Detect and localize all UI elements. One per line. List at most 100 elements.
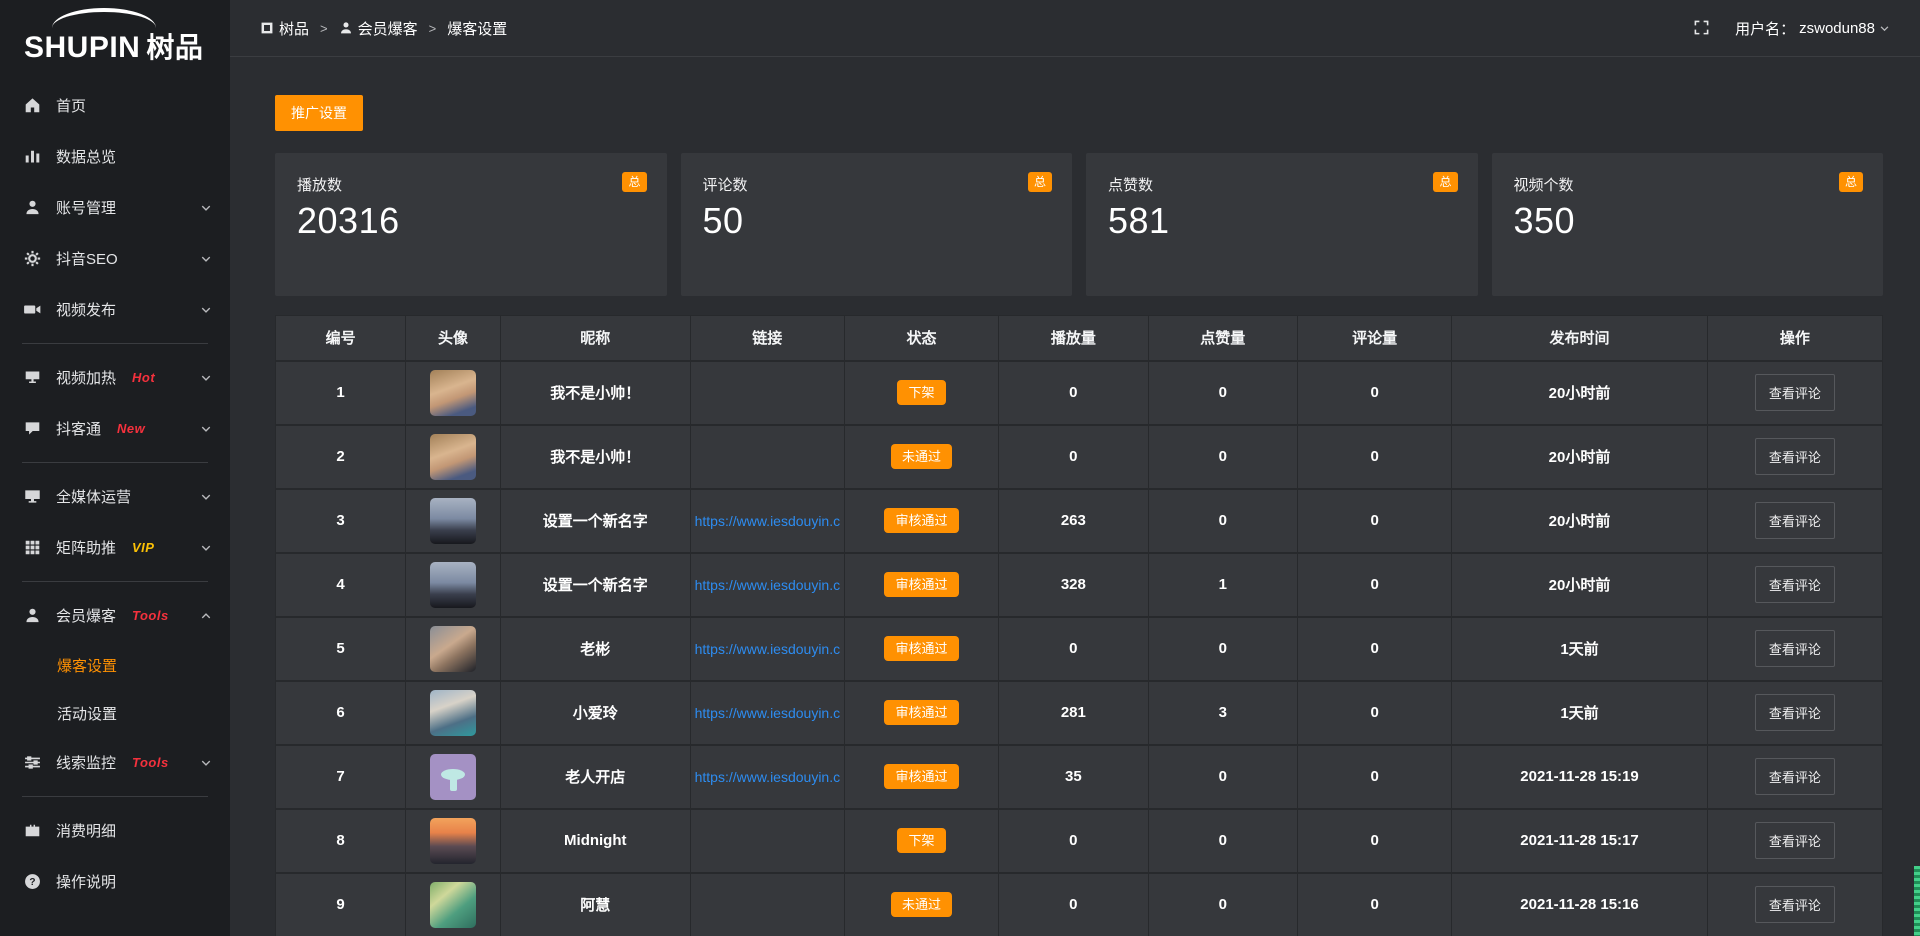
stat-label: 播放数 [297, 174, 645, 195]
view-comments-button[interactable]: 查看评论 [1755, 438, 1835, 475]
view-comments-button[interactable]: 查看评论 [1755, 822, 1835, 859]
sidebar-badge: Tools [132, 608, 169, 623]
row-number-cell: 7 [276, 745, 406, 809]
sidebar-badge: Tools [132, 755, 169, 770]
column-header: 播放量 [999, 316, 1148, 361]
video-link[interactable]: https://www.iesdouyin.c [695, 769, 840, 785]
sidebar-item-label: 抖客通 [56, 418, 101, 439]
view-comments-button[interactable]: 查看评论 [1755, 502, 1835, 539]
breadcrumb-label: 会员爆客 [358, 18, 418, 39]
table-header-row: 编号头像昵称链接状态播放量点赞量评论量发布时间操作 [276, 316, 1883, 361]
logo-text-cn: 树品 [146, 32, 203, 63]
action-cell: 查看评论 [1707, 617, 1882, 681]
sidebar-badge: VIP [132, 540, 154, 555]
column-header: 编号 [276, 316, 406, 361]
fullscreen-icon[interactable] [1693, 19, 1711, 37]
sidebar-badge: Hot [132, 370, 155, 385]
sidebar-item-label: 首页 [56, 95, 86, 116]
publish-time-cell: 20小时前 [1452, 361, 1708, 425]
status-badge: 下架 [897, 828, 945, 853]
sidebar-item-label: 数据总览 [56, 146, 116, 167]
publish-time-cell: 1天前 [1452, 681, 1708, 745]
link-cell [690, 809, 844, 873]
sidebar-item-label: 视频加热 [56, 367, 116, 388]
status-cell: 审核通过 [844, 745, 998, 809]
breadcrumb: 树品>会员爆客>爆客设置 [260, 18, 507, 39]
breadcrumb-item[interactable]: 爆客设置 [447, 18, 507, 39]
user-dropdown[interactable]: 用户名： zswodun88 [1735, 18, 1890, 39]
scrollbar-thumb[interactable] [1914, 866, 1920, 936]
likes-cell: 0 [1148, 745, 1297, 809]
sidebar-item[interactable]: 数据总览 [0, 131, 230, 182]
sidebar-item[interactable]: ?操作说明 [0, 856, 230, 907]
plays-cell: 328 [999, 553, 1148, 617]
breadcrumb-label: 树品 [279, 18, 309, 39]
avatar-cell [406, 873, 501, 936]
likes-cell: 0 [1148, 809, 1297, 873]
column-header: 昵称 [500, 316, 690, 361]
sidebar-item[interactable]: 线索监控Tools [0, 737, 230, 788]
member-icon [24, 607, 41, 624]
link-cell: https://www.iesdouyin.c [690, 681, 844, 745]
sidebar-item-label: 会员爆客 [56, 605, 116, 626]
sidebar-item[interactable]: 全媒体运营 [0, 471, 230, 522]
sidebar-item[interactable]: 会员爆客 Tools [0, 590, 230, 641]
view-comments-button[interactable]: 查看评论 [1755, 374, 1835, 411]
total-badge: 总 [1028, 172, 1052, 192]
view-comments-button[interactable]: 查看评论 [1755, 630, 1835, 667]
video-link[interactable]: https://www.iesdouyin.c [695, 705, 840, 721]
sidebar-divider [22, 343, 208, 344]
avatar-cell [406, 681, 501, 745]
status-badge: 审核通过 [884, 700, 958, 725]
home-icon [24, 97, 41, 114]
video-link[interactable]: https://www.iesdouyin.c [695, 513, 840, 529]
row-number-cell: 4 [276, 553, 406, 617]
video-link[interactable]: https://www.iesdouyin.c [695, 577, 840, 593]
logo-arc-decoration [52, 8, 156, 28]
column-header: 操作 [1707, 316, 1882, 361]
breadcrumb-item[interactable]: 树品 [260, 18, 309, 39]
video-link[interactable]: https://www.iesdouyin.c [695, 641, 840, 657]
sidebar-item[interactable]: 视频加热 Hot [0, 352, 230, 403]
publish-time-cell: 2021-11-28 15:16 [1452, 873, 1708, 936]
view-comments-button[interactable]: 查看评论 [1755, 886, 1835, 923]
avatar [430, 498, 476, 544]
plays-cell: 281 [999, 681, 1148, 745]
nickname-cell: 老彬 [500, 617, 690, 681]
breadcrumb-item[interactable]: 会员爆客 [339, 18, 418, 39]
sidebar-menu: 首页数据总览账号管理抖音SEO视频发布视频加热 Hot 抖客通New 全媒体运营矩阵助… [0, 80, 230, 907]
view-comments-button[interactable]: 查看评论 [1755, 758, 1835, 795]
action-cell: 查看评论 [1707, 489, 1882, 553]
chevron-up-icon [200, 610, 212, 622]
table-row: 2我不是小帅！未通过00020小时前查看评论 [276, 425, 1883, 489]
table-row: 6小爱玲https://www.iesdouyin.c审核通过281301天前查… [276, 681, 1883, 745]
publish-time-cell: 20小时前 [1452, 553, 1708, 617]
username-label: 用户名： [1735, 18, 1795, 39]
chevron-down-icon [200, 491, 212, 503]
sidebar-subitem[interactable]: 爆客设置 [0, 641, 230, 689]
sliders-icon [24, 754, 41, 771]
table-body: 1我不是小帅！下架00020小时前查看评论2我不是小帅！未通过00020小时前查… [276, 361, 1883, 936]
sidebar-item[interactable]: 抖客通New [0, 403, 230, 454]
publish-time-cell: 20小时前 [1452, 425, 1708, 489]
user-icon [339, 21, 353, 35]
sidebar-item[interactable]: 抖音SEO [0, 233, 230, 284]
promotion-settings-button[interactable]: 推广设置 [275, 95, 363, 131]
sidebar-item[interactable]: 消费明细 [0, 805, 230, 856]
view-comments-button[interactable]: 查看评论 [1755, 566, 1835, 603]
monitor-icon [24, 488, 41, 505]
sidebar-item[interactable]: 视频发布 [0, 284, 230, 335]
brand-logo[interactable]: SHUPIN树品 [0, 0, 230, 70]
stat-card-likes: 点赞数 581 总 [1086, 153, 1478, 296]
sidebar-divider [22, 796, 208, 797]
logo-text-en: SHUPIN [24, 31, 140, 64]
sidebar-item[interactable]: 矩阵助推VIP [0, 522, 230, 573]
stat-value: 50 [703, 200, 1051, 242]
sidebar-item[interactable]: 账号管理 [0, 182, 230, 233]
sidebar-subitem[interactable]: 活动设置 [0, 689, 230, 737]
dashboard-icon [260, 21, 274, 35]
table-row: 5老彬https://www.iesdouyin.c审核通过0001天前查看评论 [276, 617, 1883, 681]
view-comments-button[interactable]: 查看评论 [1755, 694, 1835, 731]
sidebar-item[interactable]: 首页 [0, 80, 230, 131]
status-cell: 审核通过 [844, 617, 998, 681]
